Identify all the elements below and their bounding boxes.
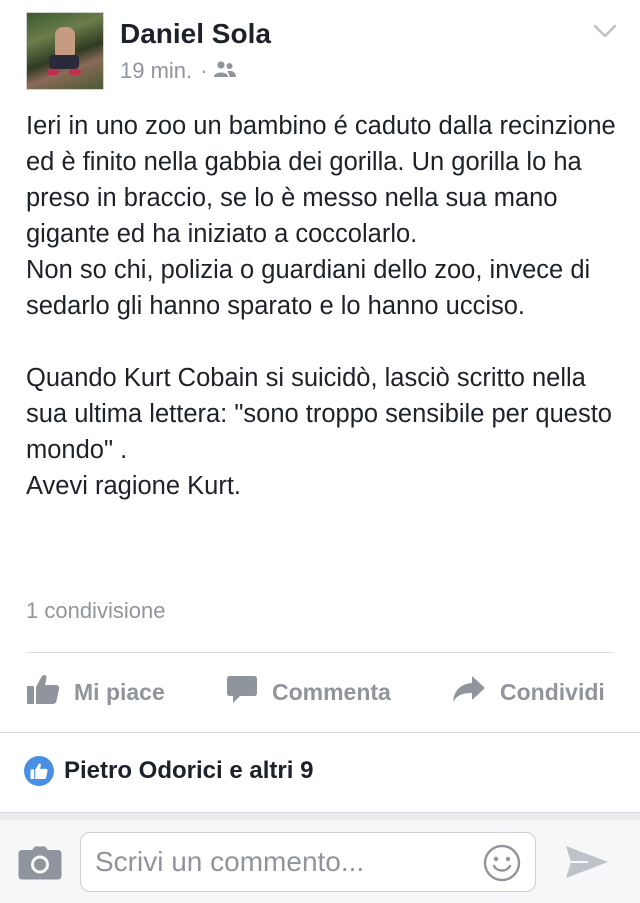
send-icon[interactable] — [564, 844, 610, 885]
like-button[interactable]: Mi piace — [26, 662, 165, 722]
comment-box[interactable] — [80, 832, 536, 892]
post-text: Ieri in uno zoo un bambino é caduto dall… — [26, 112, 616, 500]
share-label: Condividi — [500, 678, 605, 705]
separator-band — [0, 812, 640, 820]
share-button[interactable]: Condividi — [452, 662, 605, 722]
thumbs-up-icon — [26, 673, 74, 711]
avatar-shoe — [47, 69, 59, 75]
avatar-legs — [49, 55, 79, 69]
post-time[interactable]: 19 min. — [120, 58, 192, 84]
meta-separator: · — [200, 58, 208, 83]
comment-bubble-icon — [226, 673, 272, 711]
chevron-down-icon[interactable] — [592, 18, 618, 44]
like-reaction-icon — [24, 756, 54, 786]
author-name[interactable]: Daniel Sola — [120, 18, 271, 50]
avatar-shoe — [69, 69, 81, 75]
divider — [0, 732, 640, 733]
emoji-icon[interactable] — [483, 844, 521, 887]
like-label: Mi piace — [74, 678, 165, 705]
friends-icon — [213, 58, 237, 84]
reactions-text: Pietro Odorici e altri 9 — [64, 757, 314, 784]
shares-count[interactable]: 1 condivisione — [26, 598, 165, 624]
camera-icon[interactable] — [18, 846, 62, 885]
divider — [26, 652, 614, 653]
reactions-summary[interactable]: Pietro Odorici e altri 9 — [24, 756, 313, 786]
comment-label: Commenta — [272, 678, 391, 705]
comment-button[interactable]: Commenta — [226, 662, 391, 722]
comment-input[interactable] — [95, 833, 465, 891]
post-meta: 19 min. · — [120, 58, 237, 84]
share-arrow-icon — [452, 674, 500, 710]
comment-composer — [0, 820, 640, 903]
avatar[interactable] — [26, 12, 104, 90]
post-header: Daniel Sola 19 min. · — [0, 0, 640, 100]
avatar-figure — [55, 27, 75, 57]
action-bar: Mi piace Commenta Condividi — [0, 662, 640, 722]
